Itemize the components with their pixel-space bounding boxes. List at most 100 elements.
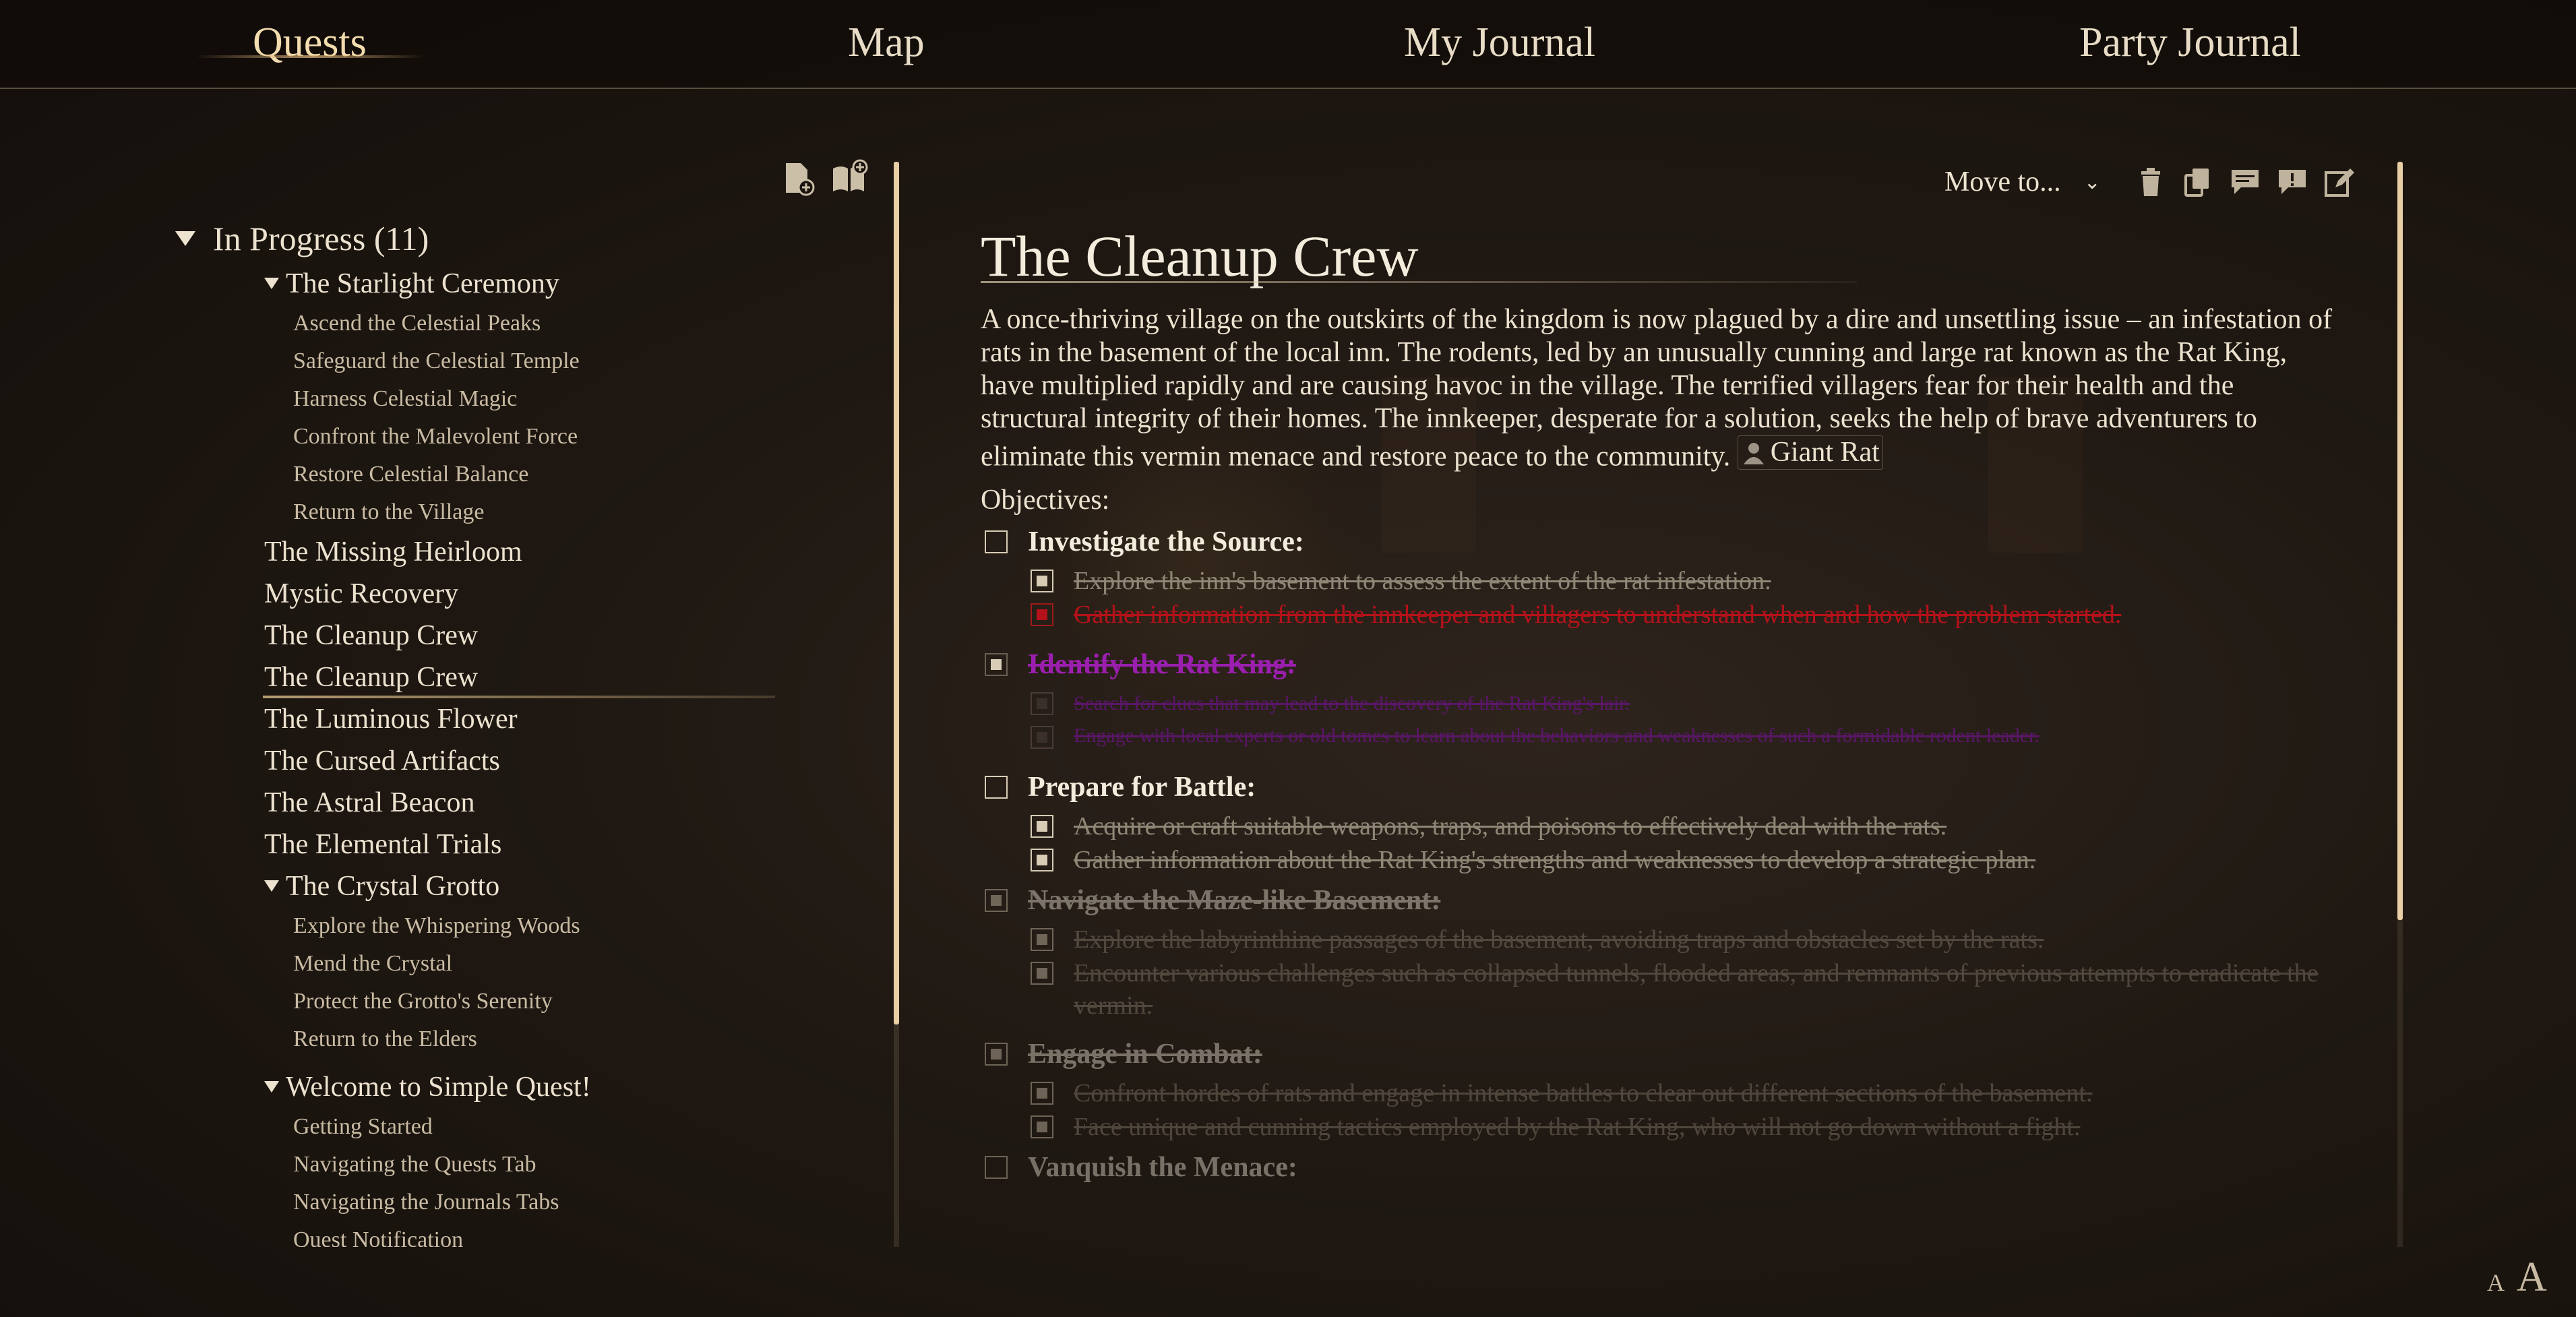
- subquest-item[interactable]: Confront the Malevolent Force: [175, 418, 903, 456]
- quest-item[interactable]: The Luminous Flower: [175, 698, 903, 740]
- sub-objective-label: Explore the labyrinthine passages of the…: [1074, 925, 2044, 954]
- tab-map[interactable]: Map: [848, 12, 925, 73]
- objective: Investigate the Source:: [981, 519, 2396, 565]
- collapse-triangle-icon: [175, 231, 195, 246]
- objective: Navigate the Maze-like Basement:: [981, 878, 2396, 923]
- objective-checkbox[interactable]: [985, 1043, 1008, 1066]
- objective: Prepare for Battle:: [981, 764, 2396, 810]
- tab-my-journal[interactable]: My Journal: [1404, 12, 1595, 73]
- quest-sidebar: In Progress (11) The Starlight Ceremony …: [175, 155, 903, 1247]
- tab-quests[interactable]: Quests: [253, 12, 367, 73]
- objective-label: Prepare for Battle:: [1028, 772, 1256, 803]
- tab-party-journal[interactable]: Party Journal: [2079, 12, 2301, 73]
- objective-checkbox[interactable]: [985, 776, 1008, 799]
- subquest-item[interactable]: Navigating the Quests Tab: [175, 1146, 903, 1184]
- sub-objective: Face unique and cunning tactics employed…: [981, 1111, 2396, 1144]
- objectives-list: Investigate the Source: Explore the inn'…: [981, 519, 2396, 1190]
- objective-checkbox[interactable]: [985, 530, 1008, 553]
- alert-icon[interactable]: [2275, 164, 2310, 200]
- sub-objective-checkbox[interactable]: [1031, 1082, 1053, 1105]
- sub-objective-checkbox[interactable]: [1031, 1115, 1053, 1138]
- sub-objective-label: Gather information from the innkeeper an…: [1074, 601, 2122, 629]
- sub-objective: Search for clues that may lead to the di…: [981, 687, 2396, 721]
- comment-icon[interactable]: [2228, 164, 2263, 200]
- sub-objective-label: Acquire or craft suitable weapons, traps…: [1074, 812, 1947, 840]
- quest-title: The Cleanup Crew: [981, 224, 1419, 288]
- sub-objective: Engage with local experts or old tomes t…: [981, 721, 2396, 755]
- subquest-item[interactable]: Harness Celestial Magic: [175, 380, 903, 418]
- expand-triangle-icon: [264, 1080, 279, 1093]
- sub-objective-checkbox[interactable]: [1031, 726, 1053, 749]
- sub-objective: Confront hordes of rats and engage in in…: [981, 1077, 2396, 1111]
- sub-objective-checkbox[interactable]: [1031, 692, 1053, 715]
- description-text: A once-thriving village on the outskirts…: [981, 304, 2333, 472]
- sub-objective-label: Engage with local experts or old tomes t…: [1074, 725, 2040, 747]
- linked-actor[interactable]: Giant Rat: [1737, 435, 1883, 470]
- sub-objective: Gather information about the Rat King's …: [981, 844, 2396, 878]
- subquest-item[interactable]: Restore Celestial Balance: [175, 456, 903, 493]
- quest-item-selected[interactable]: The Cleanup Crew: [175, 656, 903, 698]
- sub-objective-label: Search for clues that may lead to the di…: [1074, 692, 1630, 714]
- sidebar-scrollbar[interactable]: [894, 162, 899, 1024]
- subquest-item[interactable]: Quest Notification: [175, 1221, 903, 1247]
- copy-icon[interactable]: [2180, 164, 2215, 200]
- quest-item[interactable]: The Starlight Ceremony: [175, 263, 903, 305]
- font-size-controls: A A: [2487, 1254, 2547, 1301]
- person-icon: [1743, 442, 1764, 464]
- subquest-item[interactable]: Explore the Whispering Woods: [175, 907, 903, 945]
- top-navigation: Quests Map My Journal Party Journal: [0, 0, 2576, 89]
- objective-label: Identify the Rat King:: [1028, 649, 1296, 680]
- content-scrollbar[interactable]: [2397, 162, 2403, 920]
- quest-title: The Starlight Ceremony: [286, 268, 559, 299]
- quest-item[interactable]: The Cursed Artifacts: [175, 740, 903, 782]
- edit-icon[interactable]: [2322, 164, 2357, 200]
- group-in-progress[interactable]: In Progress (11): [175, 219, 429, 258]
- sub-objective-checkbox[interactable]: [1031, 603, 1053, 626]
- quest-item[interactable]: Welcome to Simple Quest!: [175, 1066, 903, 1108]
- sub-objective-label: Gather information about the Rat King's …: [1074, 846, 2036, 874]
- subquest-item[interactable]: Getting Started: [175, 1108, 903, 1146]
- quest-title: The Crystal Grotto: [286, 871, 500, 902]
- trash-icon[interactable]: [2133, 164, 2168, 200]
- subquest-item[interactable]: Return to the Elders: [175, 1020, 903, 1058]
- sub-objective-checkbox[interactable]: [1031, 928, 1053, 951]
- subquest-item[interactable]: Ascend the Celestial Peaks: [175, 305, 903, 342]
- subquest-item[interactable]: Navigating the Journals Tabs: [175, 1184, 903, 1221]
- sub-objective-label: Face unique and cunning tactics employed…: [1074, 1113, 2081, 1141]
- quest-description: A once-thriving village on the outskirts…: [981, 303, 2342, 474]
- move-to-select[interactable]: Move to...: [1944, 166, 2061, 198]
- sub-objective: Explore the labyrinthine passages of the…: [981, 923, 2396, 957]
- expand-triangle-icon: [264, 277, 279, 289]
- subquest-item[interactable]: Return to the Village: [175, 493, 903, 531]
- title-divider: [981, 281, 1857, 283]
- sub-objective-label: Explore the inn's basement to assess the…: [1074, 567, 1771, 595]
- quest-title: Welcome to Simple Quest!: [286, 1072, 591, 1103]
- chevron-down-icon[interactable]: ⌄: [2084, 171, 2101, 194]
- objective-checkbox[interactable]: [985, 653, 1008, 676]
- sub-objective-checkbox[interactable]: [1031, 962, 1053, 985]
- objective-label: Engage in Combat:: [1028, 1039, 1262, 1070]
- decrease-font-button[interactable]: A: [2487, 1269, 2505, 1296]
- quest-item[interactable]: The Astral Beacon: [175, 782, 903, 824]
- increase-font-button[interactable]: A: [2517, 1254, 2547, 1300]
- linked-actor-label: Giant Rat: [1770, 437, 1880, 468]
- sub-objective-checkbox[interactable]: [1031, 570, 1053, 592]
- group-header-label: In Progress (11): [213, 220, 429, 257]
- subquest-item[interactable]: Mend the Crystal: [175, 945, 903, 983]
- subquest-item[interactable]: Protect the Grotto's Serenity: [175, 983, 903, 1020]
- expand-triangle-icon: [264, 880, 279, 892]
- sub-objective-checkbox[interactable]: [1031, 849, 1053, 871]
- quest-item[interactable]: The Elemental Trials: [175, 824, 903, 865]
- quest-item[interactable]: The Cleanup Crew: [175, 615, 903, 656]
- sub-objective-checkbox[interactable]: [1031, 815, 1053, 838]
- quest-item[interactable]: Mystic Recovery: [175, 573, 903, 615]
- subquest-item[interactable]: Safeguard the Celestial Temple: [175, 342, 903, 380]
- sub-objective: Gather information from the innkeeper an…: [981, 599, 2396, 632]
- objectives-label: Objectives:: [981, 485, 1110, 516]
- sub-objective: Acquire or craft suitable weapons, traps…: [981, 810, 2396, 844]
- objective-checkbox[interactable]: [985, 1156, 1008, 1179]
- quest-item[interactable]: The Crystal Grotto: [175, 865, 903, 907]
- objective: Vanquish the Menace:: [981, 1144, 2396, 1190]
- objective-checkbox[interactable]: [985, 889, 1008, 912]
- quest-item[interactable]: The Missing Heirloom: [175, 531, 903, 573]
